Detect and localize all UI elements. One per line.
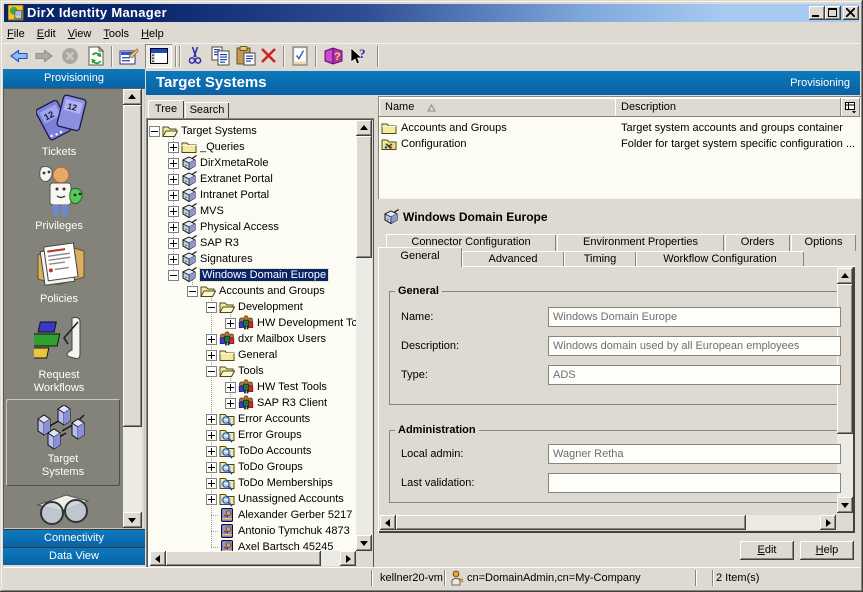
svg-text:?: ? <box>334 51 341 63</box>
svg-text:?: ? <box>359 46 366 61</box>
